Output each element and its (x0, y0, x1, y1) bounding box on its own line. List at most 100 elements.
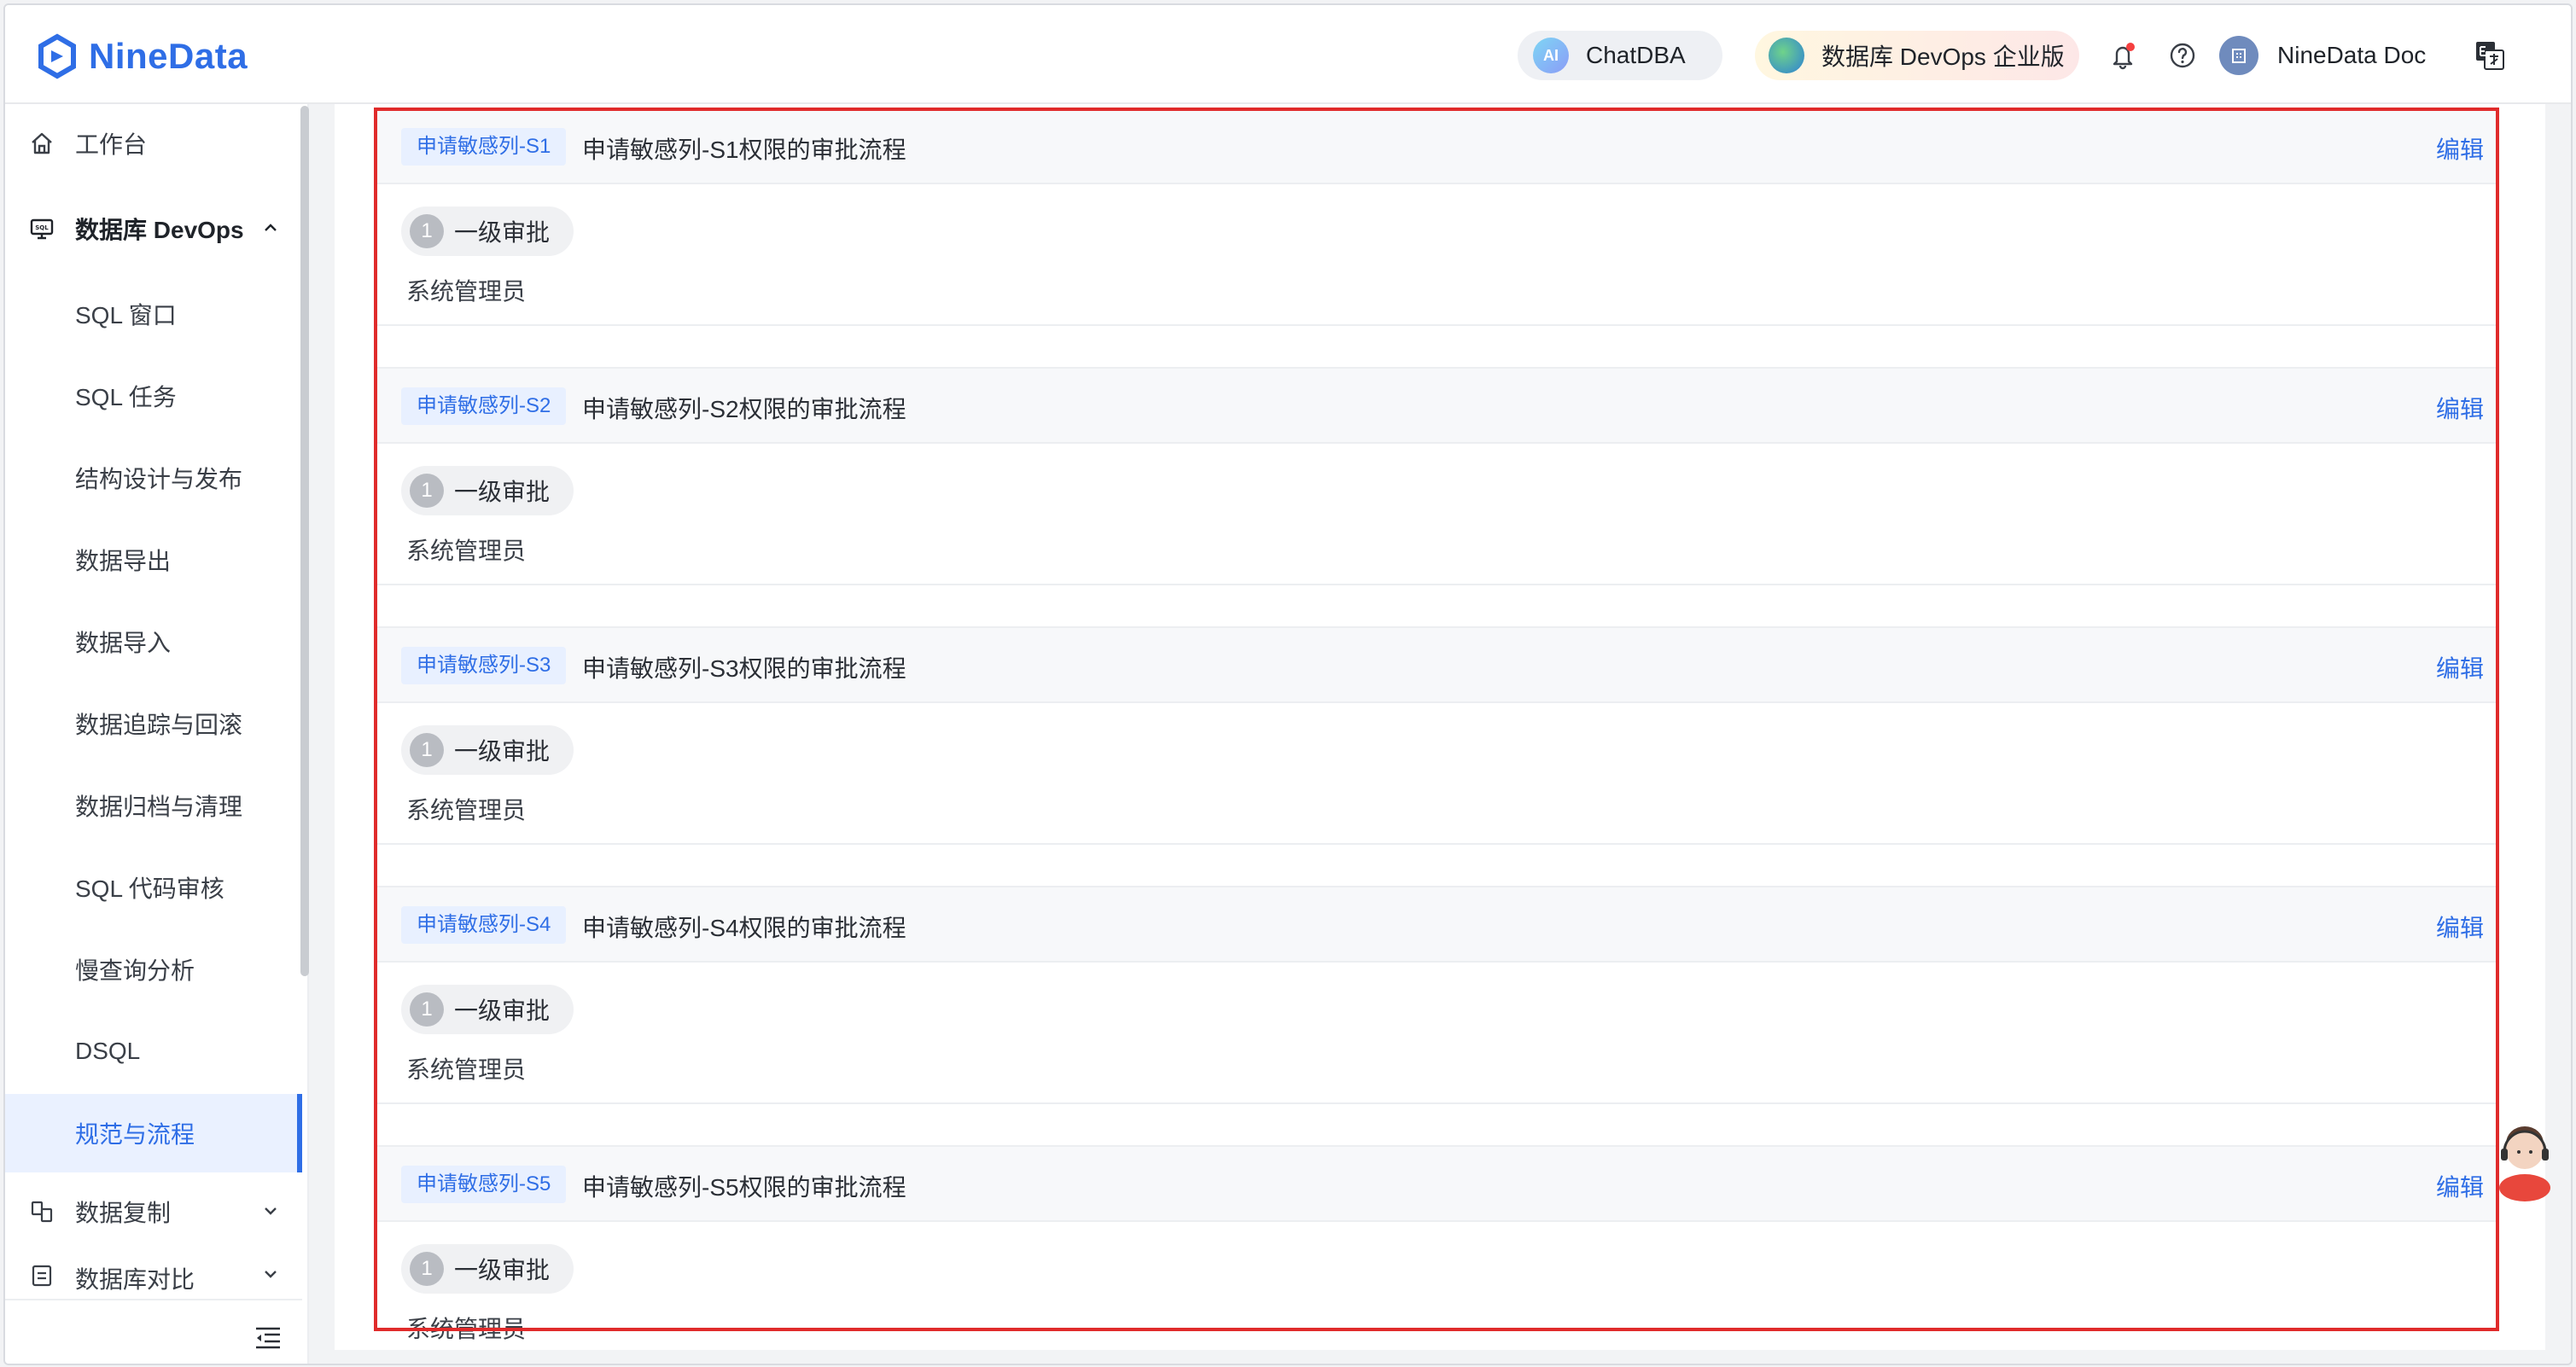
approval-step-badge: 1 一级审批 (401, 725, 574, 775)
chatdba-button[interactable]: AI ChatDBA (1518, 31, 1722, 80)
active-indicator (297, 1094, 302, 1172)
building-icon (2232, 49, 2246, 63)
edit-link[interactable]: 编辑 (2436, 650, 2484, 684)
card-header: 申请敏感列-S5 申请敏感列-S5权限的审批流程 编辑 (377, 1145, 2496, 1222)
sidebar-item-standards-process[interactable]: 规范与流程 (5, 1094, 302, 1172)
card-header: 申请敏感列-S4 申请敏感列-S4权限的审批流程 编辑 (377, 886, 2496, 963)
ai-icon: AI (1533, 38, 1569, 73)
user-name: NineData Doc (2277, 42, 2427, 68)
flow-title: 申请敏感列-S3权限的审批流程 (582, 655, 906, 682)
sidebar-item-label: 慢查询分析 (75, 957, 195, 984)
approval-step-badge: 1 一级审批 (401, 207, 574, 256)
approval-step-badge: 1 一级审批 (401, 985, 574, 1034)
sidebar-item-label: 规范与流程 (75, 1121, 195, 1148)
card-header: 申请敏感列-S2 申请敏感列-S2权限的审批流程 编辑 (377, 367, 2496, 444)
sidebar-item-dsql[interactable]: DSQL (5, 1012, 302, 1091)
card-divider (377, 584, 2496, 585)
sidebar-scrollbar[interactable] (300, 106, 309, 976)
compare-icon (32, 1265, 52, 1287)
approver-role: 系统管理员 (406, 278, 527, 305)
flow-title: 申请敏感列-S2权限的审批流程 (582, 396, 906, 422)
sidebar-item-data-import[interactable]: 数据导入 (5, 602, 302, 681)
sidebar-group-compare[interactable]: 数据库对比 (5, 1258, 302, 1292)
chevron-down-icon (265, 1207, 277, 1215)
sidebar-item-sql-window[interactable]: SQL 窗口 (5, 275, 302, 353)
chatdba-label: ChatDBA (1586, 42, 1686, 68)
flow-tag: 申请敏感列-S5 (401, 1166, 567, 1203)
avatar (2219, 36, 2258, 75)
flow-tag: 申请敏感列-S1 (401, 128, 567, 166)
step-number: 1 (410, 1252, 444, 1286)
flow-title: 申请敏感列-S4权限的审批流程 (582, 915, 906, 941)
sidebar-item-label: 工作台 (75, 131, 148, 158)
sidebar-item-data-export[interactable]: 数据导出 (5, 521, 302, 599)
sidebar-item-label: SQL 任务 (75, 384, 177, 410)
devops-edition-button[interactable]: 数据库 DevOps 企业版 (1755, 31, 2079, 80)
sidebar-item-slow-query[interactable]: 慢查询分析 (5, 930, 302, 1009)
language-switch-icon[interactable] (2474, 39, 2506, 72)
flow-title: 申请敏感列-S5权限的审批流程 (582, 1174, 906, 1201)
card-divider (377, 1102, 2496, 1104)
sidebar-item-label: 数据追踪与回滚 (75, 712, 243, 738)
step-number: 1 (410, 474, 444, 508)
card-header: 申请敏感列-S3 申请敏感列-S3权限的审批流程 编辑 (377, 626, 2496, 703)
sidebar-item-sql-task[interactable]: SQL 任务 (5, 357, 302, 435)
chevron-down-icon (265, 1271, 277, 1278)
approver-role: 系统管理员 (406, 1316, 527, 1342)
user-menu[interactable]: NineData Doc (2219, 34, 2426, 77)
home-icon (32, 132, 52, 154)
approver-role: 系统管理员 (406, 538, 527, 564)
sidebar-group-label: 数据复制 (75, 1200, 172, 1226)
sidebar-group-devops[interactable]: SQL 数据库 DevOps (5, 189, 302, 268)
edit-link[interactable]: 编辑 (2436, 910, 2484, 944)
step-number: 1 (410, 992, 444, 1027)
step-label: 一级审批 (454, 219, 551, 246)
sidebar-item-data-archive[interactable]: 数据归档与清理 (5, 766, 302, 845)
approval-step-badge: 1 一级审批 (401, 1244, 574, 1294)
top-header: NineData AI ChatDBA 数据库 DevOps 企业版 NineD… (5, 5, 2571, 104)
sidebar-group-label: 数据库对比 (75, 1266, 195, 1292)
card-header: 申请敏感列-S1 申请敏感列-S1权限的审批流程 编辑 (377, 108, 2496, 184)
logo[interactable]: NineData (34, 31, 248, 82)
flow-tag: 申请敏感列-S3 (401, 647, 567, 684)
sidebar-item-label: DSQL (75, 1038, 141, 1064)
sidebar-item-label: 数据归档与清理 (75, 794, 243, 820)
sidebar-item-label: 结构设计与发布 (75, 466, 243, 492)
sidebar-item-workbench[interactable]: 工作台 (5, 104, 302, 183)
sidebar-group-label: 数据库 DevOps (75, 217, 244, 243)
replication-icon (31, 1201, 53, 1223)
sidebar-item-label: 数据导入 (75, 630, 172, 656)
globe-icon (1769, 38, 1804, 73)
step-label: 一级审批 (454, 998, 551, 1024)
flow-tag: 申请敏感列-S4 (401, 906, 567, 944)
flow-tag: 申请敏感列-S2 (401, 387, 567, 425)
approval-flow-card: 申请敏感列-S3 申请敏感列-S3权限的审批流程 编辑 1 一级审批系统管理员 (377, 626, 2496, 850)
approval-flow-card: 申请敏感列-S4 申请敏感列-S4权限的审批流程 编辑 1 一级审批系统管理员 (377, 886, 2496, 1109)
sidebar-item-sql-review[interactable]: SQL 代码审核 (5, 848, 302, 927)
bell-icon[interactable] (2108, 41, 2137, 70)
sidebar-group-replication[interactable]: 数据复制 (5, 1172, 302, 1251)
edit-link[interactable]: 编辑 (2436, 391, 2484, 425)
sidebar-item-data-tracking[interactable]: 数据追踪与回滚 (5, 684, 302, 763)
help-icon[interactable] (2168, 41, 2197, 70)
step-number: 1 (410, 733, 444, 767)
ninedata-logo-icon (38, 33, 76, 79)
step-label: 一级审批 (454, 738, 551, 765)
chevron-up-icon (265, 224, 277, 231)
edit-link[interactable]: 编辑 (2436, 131, 2484, 166)
card-divider (377, 843, 2496, 845)
step-label: 一级审批 (454, 479, 551, 505)
edit-link[interactable]: 编辑 (2436, 1169, 2484, 1203)
collapse-sidebar-icon[interactable] (254, 1326, 282, 1350)
step-number: 1 (410, 214, 444, 248)
approver-role: 系统管理员 (406, 1056, 527, 1083)
flow-title: 申请敏感列-S1权限的审批流程 (582, 137, 906, 163)
step-label: 一级审批 (454, 1257, 551, 1283)
sidebar-item-schema-design[interactable]: 结构设计与发布 (5, 439, 302, 517)
app-window: NineData AI ChatDBA 数据库 DevOps 企业版 NineD… (3, 3, 2573, 1365)
approver-role: 系统管理员 (406, 797, 527, 823)
devops-edition-label: 数据库 DevOps 企业版 (1821, 44, 2065, 70)
card-divider (377, 324, 2496, 326)
approval-flow-card: 申请敏感列-S1 申请敏感列-S1权限的审批流程 编辑 1 一级审批系统管理员 (377, 108, 2496, 331)
support-assistant-icon[interactable] (2492, 1125, 2557, 1201)
